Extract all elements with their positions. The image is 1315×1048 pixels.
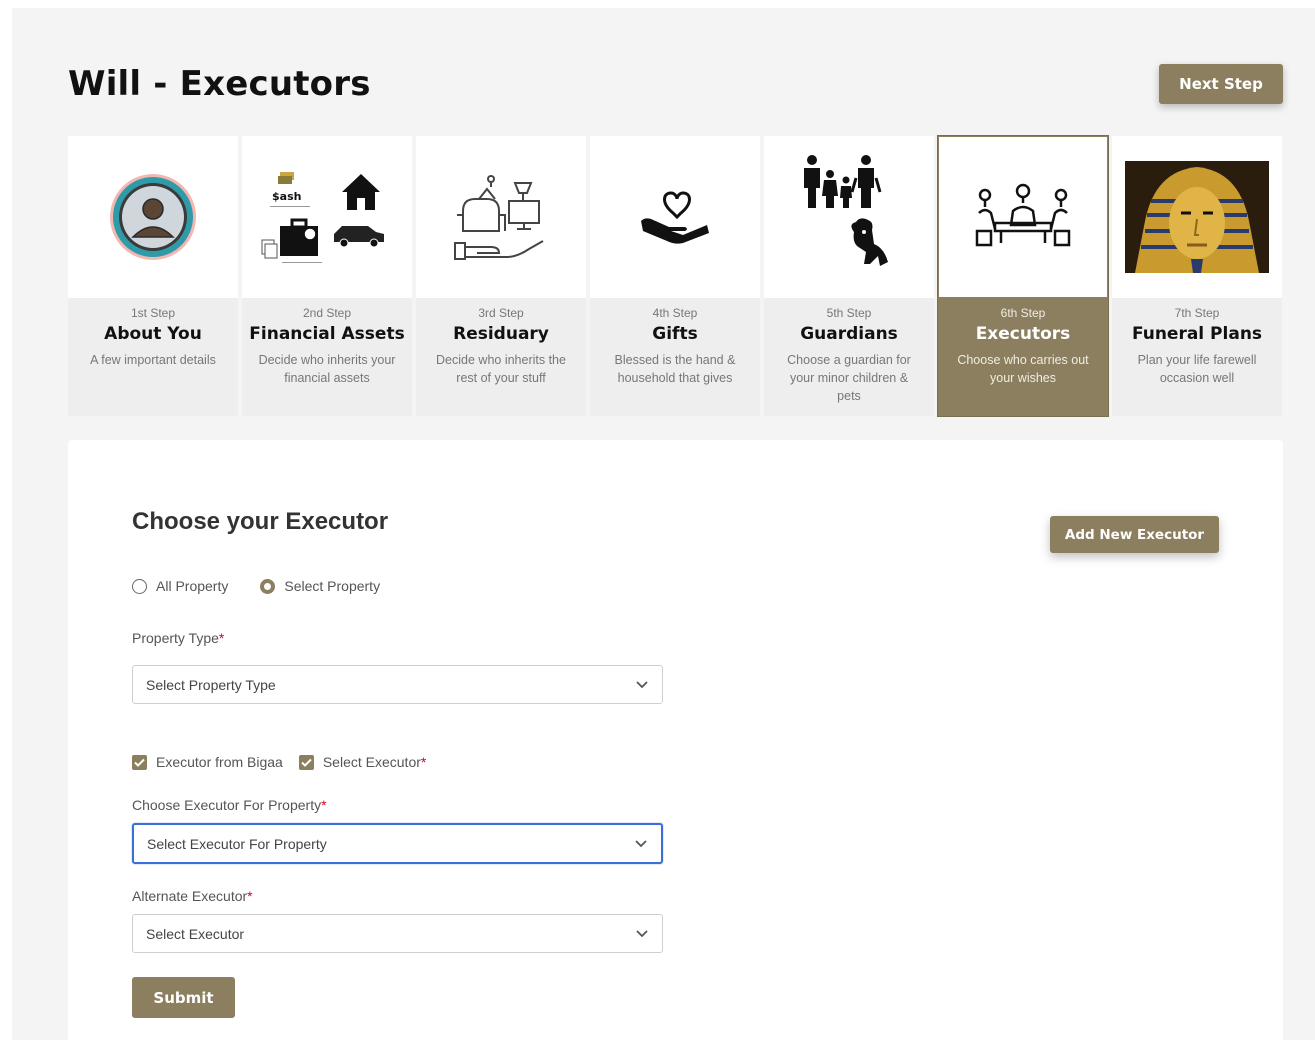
- family-pet-icon: [804, 155, 888, 266]
- step-name: Financial Assets: [249, 324, 405, 344]
- step-number: 2nd Step: [302, 306, 352, 320]
- step-image: [1112, 136, 1282, 298]
- radio-select-property[interactable]: Select Property: [260, 578, 380, 594]
- step-funeral-plans[interactable]: 7th Step Funeral Plans Plan your life fa…: [1112, 136, 1282, 416]
- financial-assets-icon: $ash: [261, 172, 384, 263]
- step-image: $ash: [242, 136, 412, 298]
- step-description: Blessed is the hand & household that giv…: [614, 353, 736, 385]
- checkbox-checked-icon[interactable]: [298, 754, 314, 770]
- pharaoh-mask-image: [1125, 161, 1269, 273]
- section-title: Choose your Executor: [132, 508, 389, 535]
- add-new-executor-button[interactable]: Add New Executor: [1050, 516, 1219, 553]
- step-name: Gifts: [652, 324, 698, 344]
- label-text: Choose Executor For Property: [132, 797, 322, 813]
- step-name: Residuary: [453, 324, 549, 344]
- checkbox-select-executor[interactable]: Select Executor *: [298, 754, 427, 770]
- financial-logo-text: $ash: [272, 190, 301, 203]
- step-number: 6th Step: [1000, 306, 1046, 320]
- radio-label: Select Property: [284, 578, 381, 594]
- step-name: Guardians: [800, 324, 898, 344]
- executor-form-card: Choose your Executor Add New Executor Al…: [68, 440, 1283, 1048]
- step-number: 5th Step: [826, 306, 872, 320]
- step-name: Funeral Plans: [1131, 324, 1263, 344]
- heart-hand-icon: [641, 191, 709, 244]
- required-mark: *: [247, 888, 253, 904]
- user-avatar-icon: [110, 174, 196, 260]
- radio-checked-icon[interactable]: [260, 578, 276, 594]
- chevron-down-icon: [635, 839, 647, 847]
- step-image: [68, 136, 238, 298]
- radio-all-property[interactable]: All Property: [132, 578, 228, 594]
- radio-unchecked-icon[interactable]: [132, 578, 147, 594]
- checkbox-label: Executor from Bigaa: [156, 754, 283, 770]
- step-description: Decide who inherits the rest of your stu…: [436, 353, 566, 385]
- property-type-select[interactable]: Select Property Type: [132, 665, 663, 704]
- step-description: A few important details: [90, 353, 216, 367]
- step-residuary[interactable]: 3rd Step Residuary Decide who inherits t…: [416, 136, 586, 416]
- select-value: Select Executor: [146, 925, 245, 942]
- step-about-you[interactable]: 1st Step About You A few important detai…: [68, 136, 238, 416]
- step-description: Choose who carries out your wishes: [957, 353, 1089, 385]
- label-text: Alternate Executor: [132, 888, 248, 904]
- step-number: 7th Step: [1174, 306, 1220, 320]
- alternate-executor-label: Alternate Executor*: [132, 888, 253, 904]
- step-name: Executors: [975, 324, 1071, 344]
- checkbox-executor-from-bigaa[interactable]: Executor from Bigaa: [132, 754, 283, 770]
- page: Will - Executors Next Step 1st Step Abou…: [12, 8, 1315, 1048]
- next-step-button[interactable]: Next Step: [1159, 64, 1283, 104]
- step-guardians[interactable]: 5th Step Guardians Choose a guardian for…: [764, 136, 934, 416]
- chevron-down-icon: [636, 680, 648, 688]
- select-value: Select Executor For Property: [147, 835, 327, 852]
- step-executors[interactable]: 6th Step Executors Choose who carries ou…: [937, 135, 1109, 417]
- label-text: Property Type: [132, 630, 219, 646]
- page-title: Will - Executors: [68, 64, 371, 104]
- step-number: 3rd Step: [478, 306, 524, 320]
- property-scope-radio-group: All Property Select Property: [132, 578, 412, 594]
- alternate-executor-select[interactable]: Select Executor: [132, 914, 663, 953]
- step-gifts[interactable]: 4th Step Gifts Blessed is the hand & hou…: [590, 136, 760, 416]
- checkbox-label: Select Executor: [322, 754, 421, 770]
- executors-meeting-icon: [975, 183, 1071, 247]
- radio-label: All Property: [156, 578, 229, 594]
- chevron-down-icon: [636, 929, 648, 937]
- executor-for-property-select[interactable]: Select Executor For Property: [132, 823, 663, 864]
- step-number: 4th Step: [652, 306, 698, 320]
- step-description: Decide who inherits your financial asset…: [258, 353, 396, 385]
- step-financial-assets[interactable]: $ash 2nd Step Financial Assets Decide wh…: [242, 136, 412, 416]
- step-image: [764, 136, 934, 298]
- step-image: [938, 136, 1108, 298]
- step-image: [416, 136, 586, 298]
- submit-button[interactable]: Submit: [132, 977, 235, 1018]
- step-description: Plan your life farewell occasion well: [1137, 353, 1257, 385]
- required-mark: *: [321, 797, 327, 813]
- required-mark: *: [420, 754, 427, 770]
- step-number: 1st Step: [130, 306, 176, 320]
- steps-navigation: 1st Step About You A few important detai…: [68, 135, 1283, 417]
- select-value: Select Property Type: [146, 676, 276, 693]
- step-description: Choose a guardian for your minor childre…: [787, 353, 911, 403]
- step-image: [590, 136, 760, 298]
- step-name: About You: [104, 324, 202, 344]
- executor-checkbox-group: Executor from Bigaa Select Executor *: [132, 754, 442, 770]
- required-mark: *: [218, 630, 225, 646]
- executor-for-property-label: Choose Executor For Property*: [132, 797, 327, 813]
- furniture-hand-icon: [454, 175, 544, 260]
- property-type-label: Property Type*: [132, 630, 224, 646]
- checkbox-checked-icon[interactable]: [132, 754, 147, 770]
